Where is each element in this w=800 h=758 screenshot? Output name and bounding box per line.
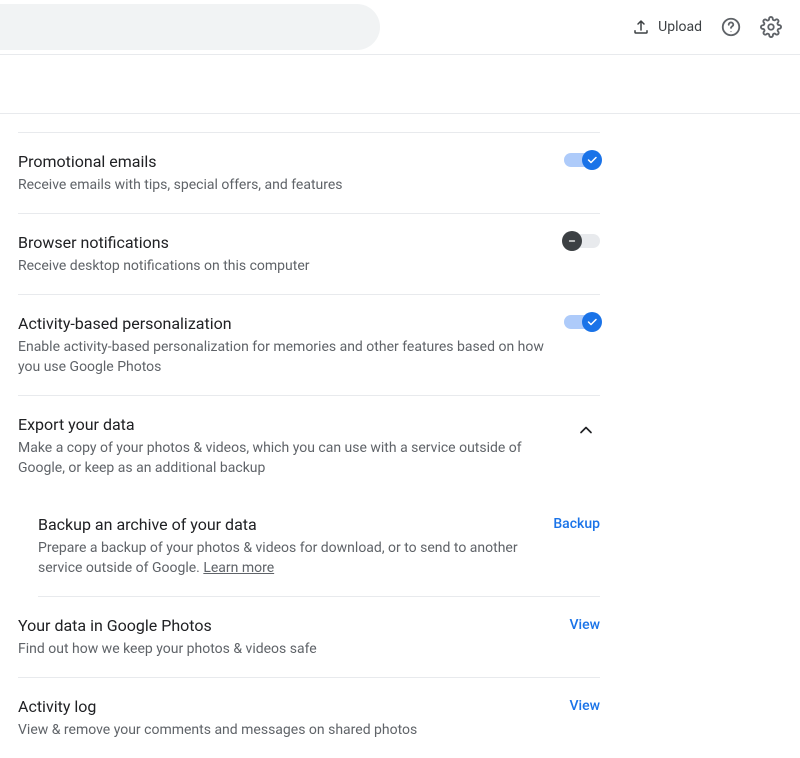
chevron-up-icon bbox=[576, 425, 596, 444]
learn-more-link[interactable]: Learn more bbox=[203, 560, 274, 576]
view-button[interactable]: View bbox=[570, 698, 601, 714]
setting-text: Export your data Make a copy of your pho… bbox=[18, 414, 552, 478]
help-button[interactable] bbox=[720, 16, 742, 38]
view-button[interactable]: View bbox=[570, 617, 601, 633]
setting-text: Backup an archive of your data Prepare a… bbox=[38, 514, 533, 578]
header-actions: Upload bbox=[632, 16, 782, 38]
description-text: Prepare a backup of your photos & videos… bbox=[38, 540, 518, 576]
upload-button[interactable]: Upload bbox=[632, 18, 702, 36]
minus-icon bbox=[562, 231, 582, 251]
setting-action bbox=[564, 232, 600, 248]
toggle-promotional-emails[interactable] bbox=[564, 153, 600, 167]
setting-action: View bbox=[570, 615, 601, 633]
setting-your-data: Your data in Google Photos Find out how … bbox=[18, 597, 600, 678]
setting-text: Browser notifications Receive desktop no… bbox=[18, 232, 544, 276]
divider bbox=[0, 54, 800, 55]
search-input[interactable] bbox=[0, 4, 380, 50]
setting-description: View & remove your comments and messages… bbox=[18, 720, 550, 740]
header: Upload bbox=[0, 0, 800, 54]
setting-backup-archive: Backup an archive of your data Prepare a… bbox=[38, 496, 600, 597]
settings-content: Promotional emails Receive emails with t… bbox=[18, 132, 600, 758]
setting-text: Promotional emails Receive emails with t… bbox=[18, 151, 544, 195]
setting-action bbox=[572, 414, 600, 448]
setting-title: Activity-based personalization bbox=[18, 313, 544, 335]
setting-promotional-emails: Promotional emails Receive emails with t… bbox=[18, 132, 600, 214]
setting-title: Browser notifications bbox=[18, 232, 544, 254]
setting-action: Backup bbox=[553, 514, 600, 532]
setting-description: Find out how we keep your photos & video… bbox=[18, 639, 550, 659]
setting-description: Receive desktop notifications on this co… bbox=[18, 256, 544, 276]
setting-export-data: Export your data Make a copy of your pho… bbox=[18, 396, 600, 496]
setting-action bbox=[564, 151, 600, 167]
toggle-browser-notifications[interactable] bbox=[564, 234, 600, 248]
check-icon bbox=[582, 150, 602, 170]
collapse-button[interactable] bbox=[572, 416, 600, 448]
setting-title: Promotional emails bbox=[18, 151, 544, 173]
setting-description: Prepare a backup of your photos & videos… bbox=[38, 538, 533, 578]
setting-text: Activity log View & remove your comments… bbox=[18, 696, 550, 740]
setting-title: Activity log bbox=[18, 696, 550, 718]
setting-description: Receive emails with tips, special offers… bbox=[18, 175, 544, 195]
setting-activity-personalization: Activity-based personalization Enable ac… bbox=[18, 295, 600, 396]
settings-button[interactable] bbox=[760, 16, 782, 38]
setting-title: Your data in Google Photos bbox=[18, 615, 550, 637]
setting-browser-notifications: Browser notifications Receive desktop no… bbox=[18, 214, 600, 295]
setting-text: Activity-based personalization Enable ac… bbox=[18, 313, 544, 377]
toggle-activity-personalization[interactable] bbox=[564, 315, 600, 329]
setting-action bbox=[564, 313, 600, 329]
setting-title: Backup an archive of your data bbox=[38, 514, 533, 536]
setting-action: View bbox=[570, 696, 601, 714]
upload-icon bbox=[632, 18, 650, 36]
help-icon bbox=[720, 16, 742, 38]
setting-text: Your data in Google Photos Find out how … bbox=[18, 615, 550, 659]
gear-icon bbox=[760, 16, 782, 38]
upload-label: Upload bbox=[658, 19, 702, 35]
check-icon bbox=[582, 312, 602, 332]
setting-description: Enable activity-based personalization fo… bbox=[18, 337, 544, 377]
divider bbox=[0, 113, 800, 114]
backup-button[interactable]: Backup bbox=[553, 516, 600, 532]
setting-title: Export your data bbox=[18, 414, 552, 436]
setting-description: Make a copy of your photos & videos, whi… bbox=[18, 438, 552, 478]
setting-activity-log: Activity log View & remove your comments… bbox=[18, 678, 600, 758]
